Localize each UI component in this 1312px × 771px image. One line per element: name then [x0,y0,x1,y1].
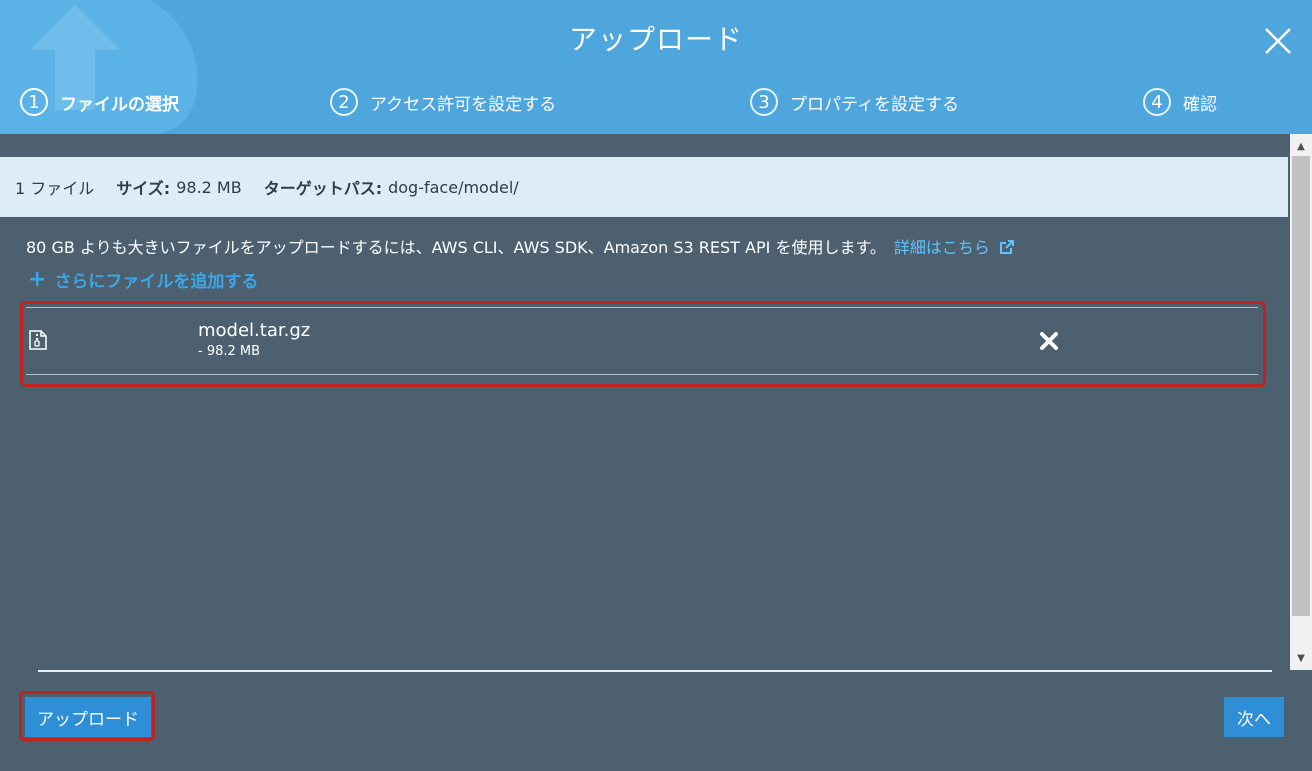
step-number: 1 [20,88,48,116]
large-file-info: 80 GB よりも大きいファイルをアップロードするには、AWS CLI、AWS … [26,234,1015,258]
dialog-title: アップロード [568,23,743,56]
external-link-icon [999,240,1014,254]
learn-more-label: 詳細はこちら [893,238,990,257]
step-set-permissions[interactable]: 2 アクセス許可を設定する [330,86,556,118]
learn-more-link[interactable]: 詳細はこちら [894,238,1015,257]
target-path-label: ターゲットパス: [263,179,383,198]
scroll-thumb[interactable] [1292,156,1310,616]
close-icon[interactable] [1262,25,1294,57]
step-number: 4 [1143,88,1171,116]
step-label: プロパティを設定する [790,94,959,115]
step-set-properties[interactable]: 3 プロパティを設定する [750,86,959,118]
archive-file-icon [29,330,47,350]
vertical-scrollbar[interactable]: ▲ ▼ [1290,134,1312,670]
info-text: 80 GB よりも大きいファイルをアップロードするには、AWS CLI、AWS … [26,238,886,257]
dialog-header: アップロード 1 ファイルの選択 2 アクセス許可を設定する 3 プロパティを設… [0,0,1312,134]
remove-file-icon[interactable] [1038,330,1060,352]
step-number: 2 [330,88,358,116]
upload-button[interactable]: アップロード [25,697,151,737]
file-size: - 98.2 MB [198,344,261,359]
file-count: 1 ファイル [15,179,95,198]
next-button[interactable]: 次へ [1224,697,1284,737]
step-label: アクセス許可を設定する [370,94,557,115]
step-number: 3 [750,88,778,116]
step-label: ファイルの選択 [60,94,179,115]
step-label: 確認 [1183,94,1217,115]
file-name: model.tar.gz [198,320,311,341]
plus-icon: + [28,267,47,292]
add-more-label: さらにファイルを追加する [54,272,259,292]
size-value: 98.2 MB [176,177,242,197]
step-select-files[interactable]: 1 ファイルの選択 [20,86,179,118]
add-more-files-link[interactable]: + さらにファイルを追加する [28,267,258,292]
file-list-item: model.tar.gz - 98.2 MB [26,307,1258,375]
scroll-up-icon[interactable]: ▲ [1290,136,1312,156]
target-path-value: dog-face/model/ [388,177,519,197]
step-review[interactable]: 4 確認 [1143,86,1217,118]
scroll-down-icon[interactable]: ▼ [1290,648,1312,668]
footer-divider [38,670,1272,672]
upload-summary-bar: 1 ファイル サイズ: 98.2 MB ターゲットパス: dog-face/mo… [0,157,1288,217]
size-label: サイズ: [116,179,171,198]
